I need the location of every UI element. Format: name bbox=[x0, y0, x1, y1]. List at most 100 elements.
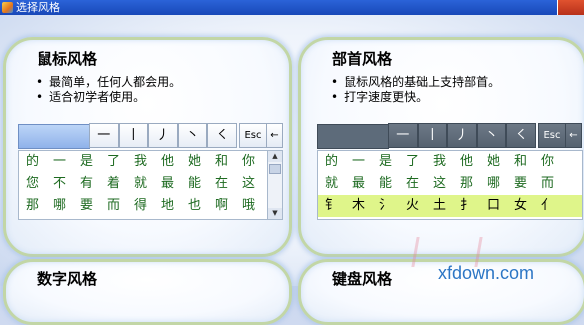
stroke-button-dian[interactable]: 丶 bbox=[476, 123, 507, 148]
candidate-grid: 的 一 是 了 我 他 她 和 你 您 不 有 着 就 最 能 在 这 那 哪 … bbox=[18, 150, 268, 220]
stroke-button-pie[interactable]: 丿 bbox=[148, 123, 178, 148]
candidate-char[interactable]: 也 bbox=[181, 195, 208, 217]
radical-char[interactable]: 亻 bbox=[534, 195, 561, 217]
backspace-button[interactable]: ← bbox=[266, 123, 283, 148]
candidate-char[interactable]: 一 bbox=[46, 151, 73, 173]
candidate-char[interactable]: 要 bbox=[507, 173, 534, 195]
radical-style-title: 部首风格 bbox=[332, 50, 393, 68]
candidate-char[interactable]: 那 bbox=[453, 173, 480, 195]
candidate-row: 就 最 能 在 这 那 哪 要 而 bbox=[318, 173, 582, 195]
candidate-char[interactable]: 能 bbox=[181, 173, 208, 195]
candidate-char[interactable]: 他 bbox=[453, 151, 480, 173]
candidate-char[interactable]: 这 bbox=[426, 173, 453, 195]
candidate-char[interactable]: 要 bbox=[73, 195, 100, 217]
scroll-down-icon[interactable]: ▼ bbox=[268, 208, 282, 219]
desc-line: 最简单，任何人都会用。 bbox=[36, 75, 181, 90]
stroke-button-shu[interactable]: 丨 bbox=[118, 123, 149, 148]
radical-row: 钅 木 氵 火 土 扌 口 女 亻 bbox=[318, 195, 582, 217]
candidate-char[interactable]: 的 bbox=[318, 151, 345, 173]
candidate-scrollbar[interactable]: ▲ ▼ bbox=[267, 150, 283, 220]
radical-char[interactable]: 火 bbox=[399, 195, 426, 217]
candidate-char[interactable]: 哦 bbox=[235, 195, 262, 217]
candidate-char[interactable]: 我 bbox=[426, 151, 453, 173]
candidate-char[interactable]: 啊 bbox=[208, 195, 235, 217]
candidate-char[interactable]: 有 bbox=[73, 173, 100, 195]
candidate-char[interactable]: 地 bbox=[154, 195, 181, 217]
candidate-char[interactable]: 我 bbox=[127, 151, 154, 173]
candidate-row: 那 哪 要 而 得 地 也 啊 哦 bbox=[19, 195, 267, 217]
candidate-char[interactable]: 而 bbox=[100, 195, 127, 217]
candidate-char[interactable]: 她 bbox=[480, 151, 507, 173]
candidate-char[interactable]: 就 bbox=[127, 173, 154, 195]
app-icon bbox=[2, 2, 13, 13]
stroke-button-pie[interactable]: 丿 bbox=[447, 123, 477, 148]
number-style-card[interactable]: 数字风格 bbox=[3, 259, 292, 325]
stroke-button-dian[interactable]: 丶 bbox=[177, 123, 208, 148]
candidate-char[interactable]: 哪 bbox=[46, 195, 73, 217]
radical-char[interactable]: 扌 bbox=[453, 195, 480, 217]
stroke-buttons: 一 丨 丿 丶 ㇛ bbox=[388, 123, 536, 148]
candidate-row: 的 一 是 了 我 他 她 和 你 bbox=[318, 151, 582, 173]
radical-char[interactable]: 口 bbox=[480, 195, 507, 217]
stroke-button-zhe[interactable]: ㇛ bbox=[207, 123, 237, 148]
candidate-char[interactable]: 是 bbox=[73, 151, 100, 173]
candidate-char[interactable]: 不 bbox=[46, 173, 73, 195]
desc-line: 适合初学者使用。 bbox=[36, 90, 181, 105]
candidate-char[interactable]: 而 bbox=[534, 173, 561, 195]
stroke-button-zhe[interactable]: ㇛ bbox=[506, 123, 536, 148]
radical-ime-preview: 一 丨 丿 丶 ㇛ Esc ← 的 一 是 了 我 他 她 和 你 就 最 能 bbox=[316, 123, 583, 220]
radical-char[interactable]: 钅 bbox=[318, 195, 345, 217]
watermark: xfdown.com bbox=[438, 263, 535, 283]
mouse-ime-preview: 一 丨 丿 丶 ㇛ Esc ← 的 一 是 了 我 他 她 和 你 您 不 有 bbox=[17, 123, 283, 220]
backspace-button[interactable]: ← bbox=[565, 123, 582, 148]
candidate-char[interactable]: 他 bbox=[154, 151, 181, 173]
composition-box bbox=[317, 124, 389, 149]
title-bar: 选择风格 bbox=[0, 0, 584, 15]
candidate-char[interactable]: 就 bbox=[318, 173, 345, 195]
scroll-up-icon[interactable]: ▲ bbox=[268, 151, 282, 162]
radical-style-description: 鼠标风格的基础上支持部首。 打字速度更快。 bbox=[331, 75, 500, 105]
candidate-char[interactable]: 是 bbox=[372, 151, 399, 173]
candidate-char[interactable]: 您 bbox=[19, 173, 46, 195]
mouse-style-description: 最简单，任何人都会用。 适合初学者使用。 bbox=[36, 75, 181, 105]
candidate-char[interactable]: 这 bbox=[235, 173, 262, 195]
radical-char[interactable]: 女 bbox=[507, 195, 534, 217]
candidate-char[interactable]: 那 bbox=[19, 195, 46, 217]
esc-button[interactable]: Esc bbox=[239, 123, 267, 148]
stroke-buttons: 一 丨 丿 丶 ㇛ bbox=[89, 123, 237, 148]
composition-box bbox=[18, 124, 90, 149]
candidate-char[interactable]: 和 bbox=[507, 151, 534, 173]
style-chooser: 鼠标风格 最简单，任何人都会用。 适合初学者使用。 一 丨 丿 丶 ㇛ Esc … bbox=[0, 15, 584, 325]
stroke-button-heng[interactable]: 一 bbox=[89, 123, 119, 148]
candidate-char[interactable]: 得 bbox=[127, 195, 154, 217]
candidate-char[interactable]: 的 bbox=[19, 151, 46, 173]
candidate-char[interactable]: 她 bbox=[181, 151, 208, 173]
candidate-char[interactable]: 能 bbox=[372, 173, 399, 195]
candidate-char[interactable]: 在 bbox=[399, 173, 426, 195]
candidate-char[interactable]: 你 bbox=[235, 151, 262, 173]
radical-char[interactable]: 氵 bbox=[372, 195, 399, 217]
candidate-grid: 的 一 是 了 我 他 她 和 你 就 最 能 在 这 那 哪 要 而 钅 木 … bbox=[317, 150, 583, 220]
desc-line: 打字速度更快。 bbox=[331, 90, 500, 105]
close-button[interactable] bbox=[557, 0, 584, 15]
stroke-button-shu[interactable]: 丨 bbox=[417, 123, 448, 148]
esc-button[interactable]: Esc bbox=[538, 123, 566, 148]
stroke-button-heng[interactable]: 一 bbox=[388, 123, 418, 148]
candidate-char[interactable]: 哪 bbox=[480, 173, 507, 195]
candidate-char[interactable]: 最 bbox=[345, 173, 372, 195]
candidate-row: 您 不 有 着 就 最 能 在 这 bbox=[19, 173, 267, 195]
candidate-char[interactable]: 了 bbox=[100, 151, 127, 173]
candidate-char[interactable]: 在 bbox=[208, 173, 235, 195]
window-title: 选择风格 bbox=[16, 1, 60, 14]
mouse-style-title: 鼠标风格 bbox=[37, 50, 98, 68]
candidate-char[interactable]: 着 bbox=[100, 173, 127, 195]
candidate-char[interactable]: 了 bbox=[399, 151, 426, 173]
radical-char[interactable]: 土 bbox=[426, 195, 453, 217]
candidate-char[interactable]: 一 bbox=[345, 151, 372, 173]
candidate-char[interactable]: 最 bbox=[154, 173, 181, 195]
candidate-char[interactable]: 你 bbox=[534, 151, 561, 173]
scroll-thumb[interactable] bbox=[269, 164, 281, 174]
candidate-row: 的 一 是 了 我 他 她 和 你 bbox=[19, 151, 267, 173]
radical-char[interactable]: 木 bbox=[345, 195, 372, 217]
candidate-char[interactable]: 和 bbox=[208, 151, 235, 173]
